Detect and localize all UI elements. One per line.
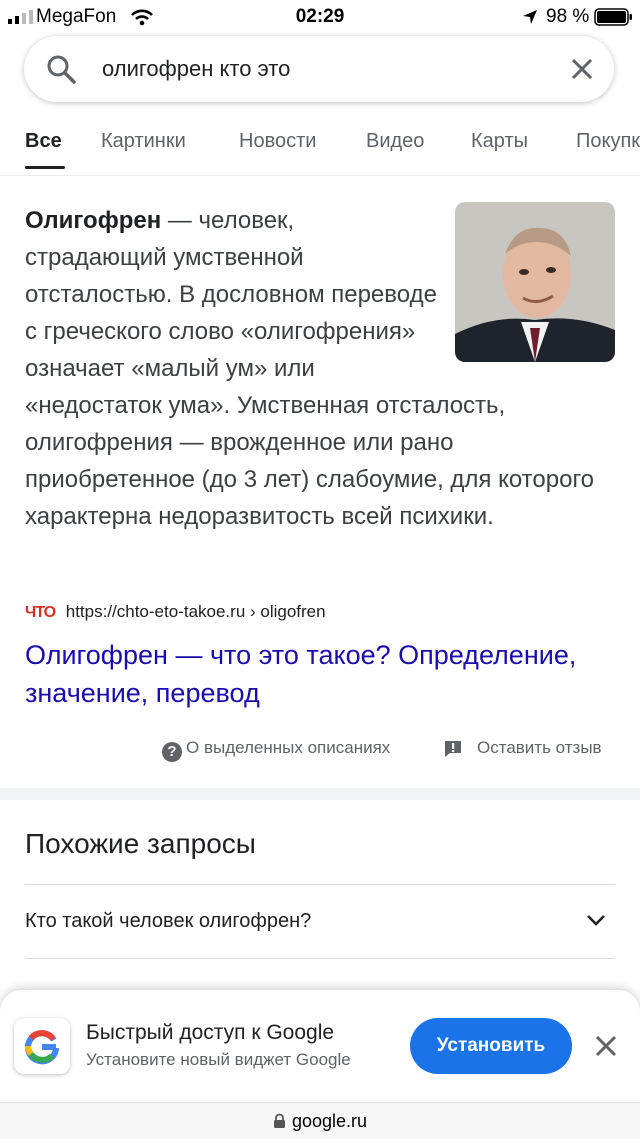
- tab-all[interactable]: Все: [25, 130, 62, 153]
- battery-icon: [594, 8, 632, 26]
- battery-percent: 98 %: [546, 6, 590, 27]
- chevron-down-icon[interactable]: [586, 914, 606, 928]
- about-snippets-link[interactable]: ? О выделенных описаниях: [162, 738, 390, 762]
- about-snippets-label: О выделенных описаниях: [186, 738, 391, 757]
- help-icon: ?: [162, 742, 182, 762]
- tab-shopping[interactable]: Покупки: [576, 130, 640, 153]
- tabs-divider: [0, 175, 640, 176]
- divider: [25, 884, 615, 885]
- leave-feedback-link[interactable]: Оставить отзыв: [477, 738, 602, 758]
- google-logo-icon: [14, 1018, 70, 1074]
- result-title-link[interactable]: Олигофрен — что это такое? Определение, …: [25, 636, 585, 712]
- location-arrow-icon: [523, 10, 537, 24]
- site-favicon: ЧТО: [25, 604, 56, 621]
- related-question[interactable]: Кто такой человек олигофрен?: [25, 910, 311, 933]
- install-button[interactable]: Установить: [410, 1018, 572, 1074]
- search-icon[interactable]: [46, 54, 76, 84]
- search-tabs: Все Картинки Новости Видео Карты Покупки: [0, 124, 640, 172]
- snippet-image[interactable]: [455, 202, 615, 362]
- tab-news[interactable]: Новости: [239, 130, 316, 153]
- search-box[interactable]: олигофрен кто это: [24, 36, 614, 102]
- clear-search-icon[interactable]: [570, 57, 594, 81]
- url-domain: google.ru: [291, 1111, 368, 1131]
- related-searches-title: Похожие запросы: [25, 828, 256, 859]
- lock-icon: [273, 1113, 285, 1128]
- browser-url-bar[interactable]: google.ru: [0, 1102, 640, 1139]
- featured-snippet: Олигофрен — человек, страдающий умственн…: [25, 202, 615, 535]
- tab-video[interactable]: Видео: [366, 130, 424, 153]
- result-source[interactable]: ЧТО https://chto-eto-takoe.ru › oligofre…: [25, 602, 326, 628]
- tab-images[interactable]: Картинки: [101, 130, 186, 153]
- clock: 02:29: [295, 6, 345, 27]
- divider: [25, 958, 615, 959]
- status-bar: MegaFon 02:29 98 %: [0, 0, 640, 34]
- sheet-title: Быстрый доступ к Google: [86, 1021, 335, 1044]
- section-separator: [0, 788, 640, 800]
- result-url[interactable]: https://chto-eto-takoe.ru › oligofren: [66, 602, 326, 621]
- active-tab-indicator: [25, 166, 65, 169]
- snippet-term: Олигофрен: [25, 207, 162, 234]
- search-input[interactable]: олигофрен кто это: [102, 56, 290, 82]
- close-icon[interactable]: [595, 1035, 617, 1057]
- feedback-icon[interactable]: [444, 740, 462, 758]
- tab-maps[interactable]: Карты: [471, 130, 528, 153]
- sheet-subtitle: Установите новый виджет Google: [86, 1050, 351, 1069]
